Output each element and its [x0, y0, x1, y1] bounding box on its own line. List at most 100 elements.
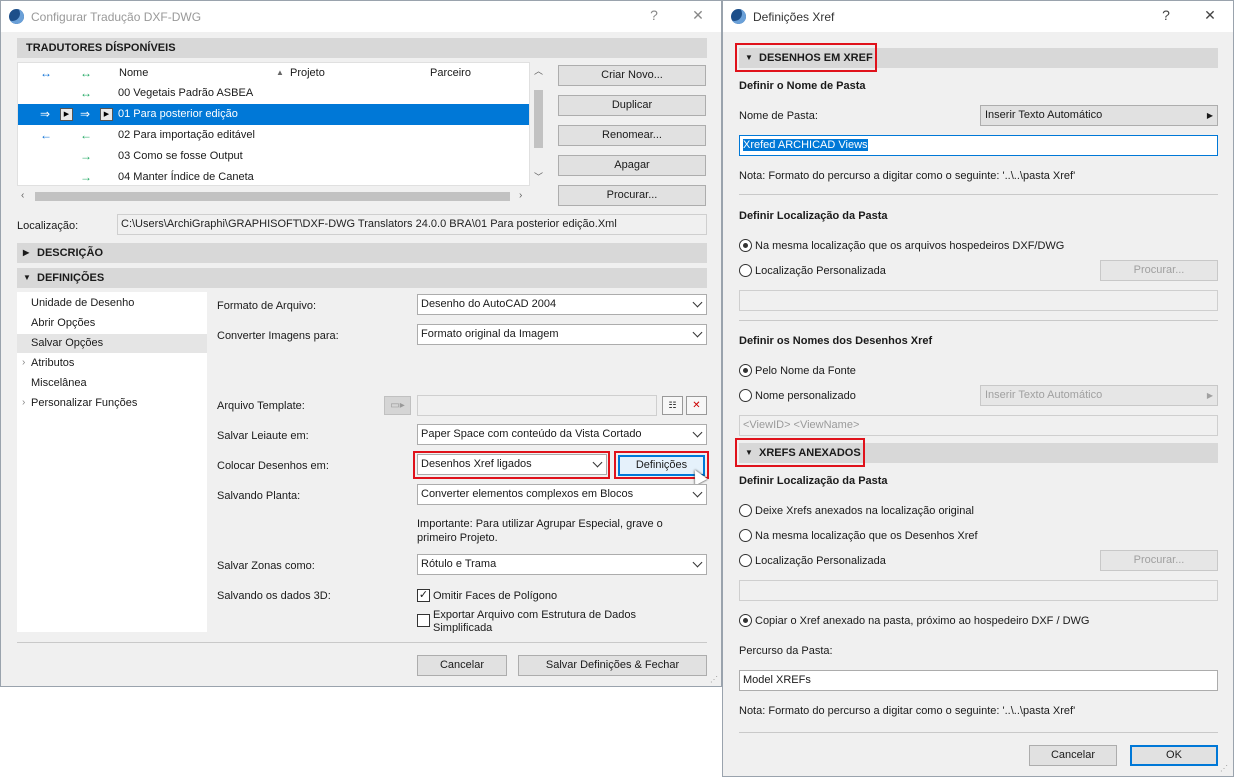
translator-name: 03 Como se fosse Output: [118, 150, 243, 162]
list-item[interactable]: ↔ 00 Vegetais Padrão ASBEA: [18, 83, 529, 104]
ok-button[interactable]: OK: [1130, 745, 1218, 766]
list-item[interactable]: ← ← 02 Para importação editável: [18, 125, 529, 146]
auto-text-button-disabled[interactable]: Inserir Texto Automático ▶: [980, 385, 1218, 406]
arrow-right-icon: ▶: [1206, 111, 1213, 120]
tree-item[interactable]: Miscelânea: [31, 377, 87, 389]
horizontal-scrollbar[interactable]: ‹ ›: [17, 188, 530, 205]
resize-grip-icon[interactable]: ⋰: [1220, 764, 1228, 773]
by-source-name-radio[interactable]: [739, 364, 752, 377]
column-project[interactable]: Projeto: [290, 63, 325, 83]
scroll-left-icon[interactable]: ‹: [21, 190, 24, 201]
cancel-button[interactable]: Cancelar: [417, 655, 507, 676]
translation-setup-window: Configurar Tradução DXF-DWG ? ✕ TRADUTOR…: [0, 0, 722, 687]
browse-location-button[interactable]: Procurar...: [1100, 260, 1218, 281]
folder-name-input[interactable]: Xrefed ARCHICAD Views: [739, 135, 1218, 156]
left-help-button[interactable]: ?: [644, 7, 664, 23]
file-format-select[interactable]: Desenho do AutoCAD 2004: [417, 294, 707, 315]
saving-plan-label: Salvando Planta:: [217, 490, 301, 502]
column-name[interactable]: Nome: [119, 63, 148, 83]
translator-list[interactable]: ↔ ↔ Nome ▲ Projeto Parceiro ↔ 00 Vegetai…: [17, 62, 530, 186]
location-label: Localização:: [17, 220, 79, 232]
chevron-down-icon: [692, 327, 703, 338]
folder-path-input[interactable]: Model XREFs: [739, 670, 1218, 691]
scroll-up-icon[interactable]: ︿: [534, 64, 543, 77]
description-header[interactable]: ▶ DESCRIÇÃO: [17, 243, 707, 263]
left-window-title: Configurar Tradução DXF-DWG: [31, 10, 202, 24]
collapsed-triangle-icon: ▶: [23, 248, 30, 257]
sort-asc-icon: ▲: [276, 68, 284, 77]
omit-faces-checkbox[interactable]: ✓: [417, 589, 430, 602]
definitions-title: DEFINIÇÕES: [37, 272, 105, 284]
translator-name: 02 Para importação editável: [118, 129, 255, 141]
save-layout-select[interactable]: Paper Space com conteúdo da Vista Cortad…: [417, 424, 707, 445]
zones-select[interactable]: Rótulo e Trama: [417, 554, 707, 575]
location-field: C:\Users\ArchiGraphi\GRAPHISOFT\DXF-DWG …: [117, 214, 707, 235]
folder-name-title: Definir o Nome de Pasta: [739, 80, 866, 92]
auto-text-button[interactable]: Inserir Texto Automático ▶: [980, 105, 1218, 126]
vertical-scrollbar[interactable]: ︿ ﹀: [530, 62, 547, 186]
resize-grip-icon[interactable]: ⋰: [710, 675, 718, 684]
custom-location-radio[interactable]: [739, 264, 752, 277]
left-close-button[interactable]: ✕: [688, 7, 708, 24]
right-close-button[interactable]: ✕: [1200, 7, 1220, 24]
duplicate-button[interactable]: Duplicar: [558, 95, 706, 116]
definitions-header[interactable]: ▼ DEFINIÇÕES: [17, 268, 707, 288]
column-partner[interactable]: Parceiro: [430, 63, 471, 83]
rename-button[interactable]: Renomear...: [558, 125, 706, 146]
tree-item[interactable]: Personalizar Funções: [31, 397, 137, 409]
save-close-button[interactable]: Salvar Definições & Fechar: [518, 655, 707, 676]
keep-original-radio[interactable]: [739, 504, 752, 517]
template-label: Arquivo Template:: [217, 400, 305, 412]
delete-button[interactable]: Apagar: [558, 155, 706, 176]
browse-template-icon[interactable]: ☷: [662, 396, 683, 415]
xref-cancel-button[interactable]: Cancelar: [1029, 745, 1117, 766]
copy-attached-radio[interactable]: [739, 614, 752, 627]
attached-location-field: [739, 580, 1218, 601]
translator-name: 04 Manter Índice de Caneta: [118, 171, 254, 183]
custom-name-radio[interactable]: [739, 389, 752, 402]
tree-item[interactable]: Unidade de Desenho: [31, 297, 134, 309]
play-icon[interactable]: ▶: [100, 108, 113, 121]
right-help-button[interactable]: ?: [1156, 7, 1176, 23]
translators-header: TRADUTORES DÍSPONÍVEIS: [17, 38, 707, 58]
settings-tree: Unidade de Desenho Abrir Opções Salvar O…: [17, 292, 207, 632]
same-as-xref-radio[interactable]: [739, 529, 752, 542]
play-icon[interactable]: ▶: [60, 108, 73, 121]
tree-item[interactable]: Salvar Opções: [31, 337, 103, 349]
save-layout-label: Salvar Leiaute em:: [217, 430, 309, 442]
tree-item[interactable]: Atributos: [31, 357, 74, 369]
description-title: DESCRIÇÃO: [37, 247, 104, 259]
saving-plan-select[interactable]: Converter elementos complexos em Blocos: [417, 484, 707, 505]
expand-chevron-icon[interactable]: ›: [22, 397, 25, 408]
attached-custom-radio[interactable]: [739, 554, 752, 567]
scrollbar-thumb[interactable]: [534, 90, 543, 148]
export-simplified-checkbox[interactable]: [417, 614, 430, 627]
list-item[interactable]: → 04 Manter Índice de Caneta: [18, 167, 529, 185]
attached-location-title: Definir Localização da Pasta: [739, 475, 888, 487]
convert-images-select[interactable]: Formato original da Imagem: [417, 324, 707, 345]
folder-icon[interactable]: ▭▸: [384, 396, 411, 415]
same-location-radio[interactable]: [739, 239, 752, 252]
place-drawings-label: Colocar Desenhos em:: [217, 460, 329, 472]
tree-item[interactable]: Abrir Opções: [31, 317, 95, 329]
path-note-2: Nota: Formato do percurso a digitar como…: [739, 705, 1076, 717]
scroll-down-icon[interactable]: ﹀: [534, 170, 543, 183]
create-new-button[interactable]: Criar Novo...: [558, 65, 706, 86]
list-item-selected[interactable]: ⇒ ▶ ⇒ ▶ 01 Para posterior edição: [18, 104, 529, 125]
right-title-bar: Definições Xref ? ✕: [723, 1, 1233, 32]
expand-chevron-icon[interactable]: ›: [22, 357, 25, 368]
highlight-box: [413, 451, 610, 479]
chevron-down-icon: [692, 297, 703, 308]
browse-button[interactable]: Procurar...: [558, 185, 706, 206]
scrollbar-thumb[interactable]: [35, 192, 510, 201]
saving-plan-value: Converter elementos complexos em Blocos: [421, 488, 634, 500]
list-item[interactable]: → 03 Como se fosse Output: [18, 146, 529, 167]
clear-template-icon[interactable]: ✕: [686, 396, 707, 415]
folder-location-title: Definir Localização da Pasta: [739, 210, 888, 222]
browse-attached-button[interactable]: Procurar...: [1100, 550, 1218, 571]
scroll-right-icon[interactable]: ›: [519, 190, 522, 201]
convert-images-value: Formato original da Imagem: [421, 328, 559, 340]
convert-images-label: Converter Imagens para:: [217, 330, 339, 342]
name-pattern-field: <ViewID> <ViewName>: [739, 415, 1218, 436]
arrow-right-icon: →: [80, 149, 92, 163]
